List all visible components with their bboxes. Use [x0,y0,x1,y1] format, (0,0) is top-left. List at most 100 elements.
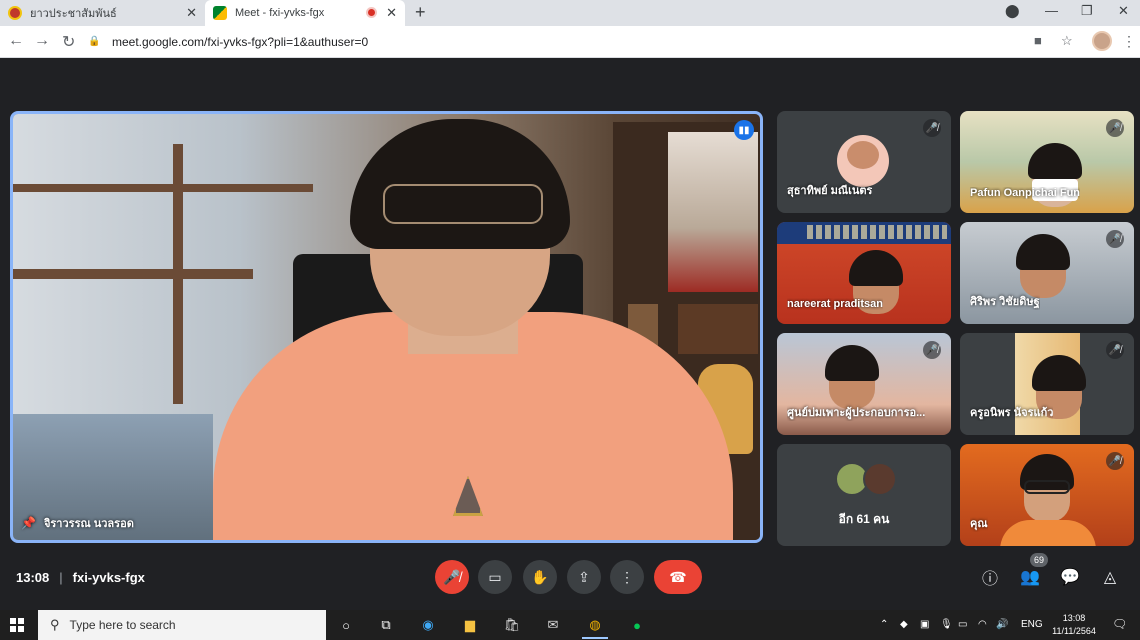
minimize-icon[interactable]: — [1045,3,1058,18]
meet-favicon-icon [213,6,227,20]
wifi-icon[interactable]: ◠ [978,619,987,630]
participant-hair [825,345,879,381]
volume-icon[interactable]: 🔊 [996,619,1008,630]
more-participants-label: อีก 61 คน [838,512,890,526]
chrome-icon[interactable]: ◍ [585,616,605,634]
close-tab-icon[interactable]: ✕ [386,5,397,21]
browser-tab-bar: ยาวประชาสัมพันธ์ ✕ Meet - fxi-yvks-fgx ✕… [0,0,1140,26]
meeting-controls-bar: 13:08 | fxi-yvks-fgx 🎤̸ ▭ ✋ ⇪ ⋮ ☎ ⓘ 👥 💬 … [0,550,1140,608]
mail-icon[interactable]: ✉ [543,616,563,634]
shelf [173,144,183,404]
address-bar-row: ← → ↻ 🔒 meet.google.com/fxi-yvks-fgx?pli… [0,26,1140,58]
taskbar-clock[interactable]: 13:08 11/11/2564 [1050,612,1098,638]
taskbar-search-box[interactable]: ⚲ Type here to search [38,610,326,640]
more-participants-tile[interactable]: อีก 61 คน [777,444,951,546]
mic-off-icon: 🎤̸ [1106,341,1124,359]
tab-label: Meet - fxi-yvks-fgx [235,7,325,19]
bookmark-star-icon[interactable]: ☆ [1061,33,1073,49]
meeting-time: 13:08 [16,570,50,585]
participant-hair [1032,355,1086,391]
meeting-code: fxi-yvks-fgx [72,570,145,585]
windows-start-icon[interactable] [10,618,24,632]
tray-app-icon[interactable]: ◆ [900,619,908,630]
participant-tile[interactable]: 🎤̸ ศิริพร วิชัยดิษฐ [960,222,1134,324]
separator: | [59,570,63,585]
participant-name: ศูนย์บ่มเพาะผู้ประกอบการอ... [787,407,926,419]
clock-time: 13:08 [1062,613,1086,623]
language-indicator[interactable]: ENG [1021,619,1043,630]
edge-icon[interactable]: ◉ [418,616,438,634]
mic-toggle-button[interactable]: 🎤̸ [435,560,469,594]
background-banner [777,222,951,244]
participant-name: สุธาทิพย์ มณีเนตร [787,185,873,197]
site-favicon-icon [8,6,22,20]
participant-name: ครูอนิพร นัจรแก้ว [970,407,1054,419]
main-speaker-name: 📌 จิราวรรณ นวลรอด [21,514,134,532]
store-icon[interactable]: 🛍 [502,616,522,634]
portrait-photo [668,132,758,292]
back-icon[interactable]: ← [8,32,24,50]
raise-hand-button[interactable]: ✋ [523,560,557,594]
address-field[interactable]: 🔒 meet.google.com/fxi-yvks-fgx?pli=1&aut… [88,30,1088,54]
shelf [13,269,253,279]
more-options-button[interactable]: ⋮ [610,560,644,594]
line-icon[interactable]: ● [627,616,647,634]
recording-icon [366,7,377,18]
file-explorer-icon[interactable]: ▆ [460,616,480,634]
speaking-indicator-icon: ▮▮ [734,120,754,140]
activities-icon[interactable]: ◬ [1098,565,1122,589]
active-app-indicator [582,637,608,639]
present-screen-button[interactable]: ⇪ [567,560,601,594]
tray-folder-icon[interactable]: ▭ [958,619,967,630]
participant-tile[interactable]: 🎤̸ ครูอนิพร นัจรแก้ว [960,333,1134,435]
mic-off-icon: 🎤̸ [1106,452,1124,470]
clock-date: 11/11/2564 [1052,626,1096,636]
mic-off-icon: 🎤̸ [1106,119,1124,137]
participant-avatar [837,135,889,187]
speaker-glasses [383,184,543,224]
participant-tile[interactable]: 🎤̸ ศูนย์บ่มเพาะผู้ประกอบการอ... [777,333,951,435]
close-window-icon[interactable]: ✕ [1118,3,1129,19]
chat-icon[interactable]: 💬 [1058,565,1082,589]
restore-icon[interactable]: ❐ [1081,3,1093,19]
tray-meet-icon[interactable]: ▣ [920,619,929,630]
close-tab-icon[interactable]: ✕ [186,5,197,21]
camera-toggle-button[interactable]: ▭ [478,560,512,594]
more-participants-avatars [835,462,899,498]
camera-icon[interactable]: ■ [1034,33,1042,48]
tab-label: ยาวประชาสัมพันธ์ [30,8,117,20]
cortana-icon[interactable]: ○ [336,616,356,634]
tray-chevron-icon[interactable]: ⌃ [880,619,888,630]
search-placeholder: Type here to search [69,618,176,632]
leave-call-button[interactable]: ☎ [654,560,702,594]
people-count-badge: 69 [1030,553,1048,567]
participant-tile[interactable]: 🎤̸ สุธาทิพย์ มณีเนตร [777,111,951,213]
tab-search-icon[interactable]: ⬤ [1005,3,1020,19]
profile-avatar[interactable] [1092,31,1112,51]
participant-name: nareerat praditsan [787,298,883,310]
mic-off-icon: 🎤̸ [1106,230,1124,248]
people-icon[interactable]: 👥 [1018,565,1042,589]
browser-menu-icon[interactable]: ⋮ [1122,33,1136,50]
meeting-info: 13:08 | fxi-yvks-fgx [16,570,145,585]
mic-off-icon: 🎤̸ [923,341,941,359]
glasses [1024,480,1070,494]
participant-tile[interactable]: nareerat praditsan [777,222,951,324]
task-view-icon[interactable]: ⧉ [376,616,396,634]
self-view-tile[interactable]: 🎤̸ คุณ [960,444,1134,546]
tab-meet[interactable]: Meet - fxi-yvks-fgx ✕ [205,0,405,26]
forward-icon[interactable]: → [34,32,50,50]
tab-news[interactable]: ยาวประชาสัมพันธ์ ✕ [0,0,205,26]
participant-name: ศิริพร วิชัยดิษฐ [970,296,1040,308]
book [678,304,758,354]
reload-icon[interactable]: ↻ [62,32,75,52]
new-tab-button[interactable]: + [415,2,426,23]
participant-hair [1028,143,1082,179]
windows-taskbar: ⚲ Type here to search ○ ⧉ ◉ ▆ 🛍 ✉ ◍ ● ⌃ … [0,610,1140,640]
pin-icon[interactable]: 📌 [21,516,36,530]
meeting-details-icon[interactable]: ⓘ [978,565,1002,589]
participant-tile[interactable]: 🎤̸ Pafun Oanpichai Fun [960,111,1134,213]
notifications-icon[interactable]: 🗨 [1112,617,1127,631]
main-speaker-tile[interactable]: ▮▮ 📌 จิราวรรณ นวลรอด [10,111,763,543]
tray-mic-icon[interactable]: 🎙 [940,619,953,630]
